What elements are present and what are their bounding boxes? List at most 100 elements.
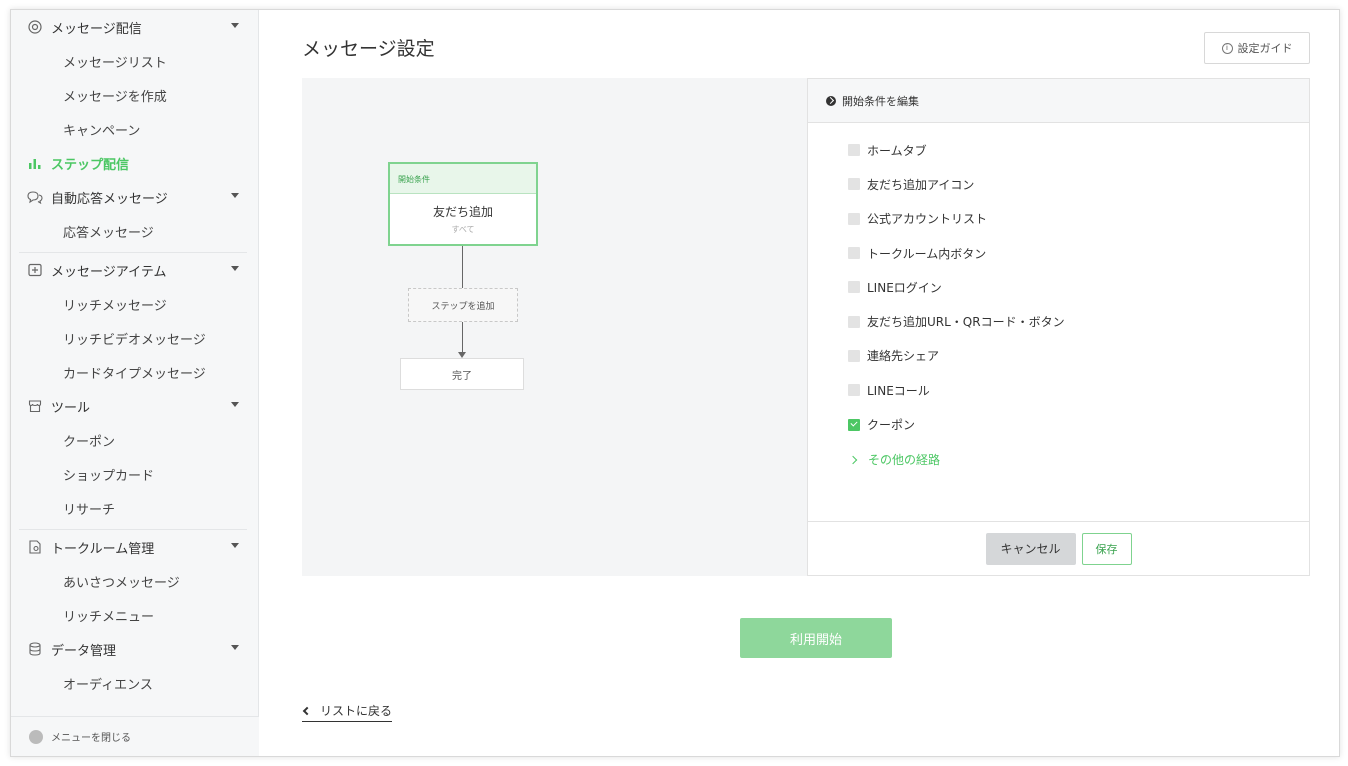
sidebar-item-label: ステップ配信 — [51, 157, 130, 173]
info-icon: i — [1221, 42, 1233, 54]
sidebar-item-message-items[interactable]: メッセージアイテム — [19, 253, 247, 287]
condition-option-label: 公式アカウントリスト — [867, 212, 988, 227]
sidebar-item-step-broadcast[interactable]: ステップ配信 — [19, 146, 247, 180]
cancel-button[interactable]: キャンセル — [985, 532, 1076, 565]
flow-canvas: 開始条件 友だち追加 すべて ステップを追加 完了 — [302, 78, 807, 576]
condition-option-label: 友だち追加アイコン — [867, 177, 975, 192]
flow-start-title: 友だち追加 — [432, 205, 493, 219]
talk-room-icon — [27, 539, 43, 555]
flow-start-header: 開始条件 — [390, 164, 536, 194]
main-content: メッセージ設定 i 設定ガイド 開始条件 友だち追加 すべて ステップを追加 完… — [260, 10, 1339, 756]
flow-connector — [462, 246, 463, 288]
other-routes-label: その他の経路 — [868, 453, 941, 468]
condition-option-label: LINEログイン — [867, 280, 942, 295]
collapse-icon — [29, 729, 43, 744]
chevron-down-icon[interactable] — [231, 543, 239, 548]
sidebar-item-audience[interactable]: オーディエンス — [19, 666, 247, 700]
sidebar-item-talk-room[interactable]: トークルーム管理 — [19, 530, 247, 564]
condition-option[interactable]: LINEコール — [848, 373, 1309, 407]
chevron-down-icon[interactable] — [231, 402, 239, 407]
condition-option[interactable]: ホームタブ — [848, 133, 1309, 167]
condition-option-label: 友だち追加URL・QRコード・ボタン — [867, 315, 1065, 330]
nav-group-message-items: メッセージアイテム リッチメッセージ リッチビデオメッセージ カードタイプメッセ… — [19, 253, 247, 530]
condition-option-label: LINEコール — [867, 383, 930, 398]
condition-option[interactable]: LINEログイン — [848, 270, 1309, 304]
sidebar-item-auto-reply[interactable]: 自動応答メッセージ — [19, 180, 247, 214]
checkbox[interactable] — [848, 144, 860, 157]
add-step-button[interactable]: ステップを追加 — [408, 288, 518, 322]
close-menu-label: メニューを閉じる — [51, 733, 131, 744]
chevron-right-icon — [848, 455, 858, 464]
checkbox[interactable] — [848, 178, 860, 191]
chevron-down-icon[interactable] — [231, 193, 239, 198]
sidebar-item-label: ツール — [51, 400, 91, 416]
chevron-left-icon — [302, 706, 312, 715]
broadcast-icon — [27, 19, 43, 35]
checkbox[interactable] — [848, 315, 860, 328]
sidebar-item-label: メッセージアイテム — [51, 264, 167, 280]
panel-footer: キャンセル 保存 — [808, 521, 1309, 575]
sidebar-item-rich-video-message[interactable]: リッチビデオメッセージ — [19, 321, 247, 355]
bar-chart-icon — [27, 155, 43, 171]
checkbox[interactable] — [848, 349, 860, 362]
message-item-icon — [27, 262, 43, 278]
sidebar-item-tools[interactable]: ツール — [19, 389, 247, 423]
flow-end-node: 完了 — [400, 358, 524, 390]
condition-option[interactable]: 友だち追加アイコン — [848, 167, 1309, 201]
condition-options: ホームタブ友だち追加アイコン 公式アカウントリスト トークルーム内ボタン LINEログ… — [808, 123, 1309, 478]
sidebar-item-message-list[interactable]: メッセージリスト — [19, 44, 247, 78]
sidebar-item-label: 自動応答メッセージ — [51, 191, 168, 207]
condition-option[interactable]: 連絡先シェア — [848, 339, 1309, 373]
sidebar-item-label: トークルーム管理 — [51, 541, 155, 557]
chevron-down-icon[interactable] — [231, 23, 239, 28]
sidebar-item-reply-message[interactable]: 応答メッセージ — [19, 214, 247, 248]
sidebar-item-shop-card[interactable]: ショップカード — [19, 457, 247, 491]
condition-option-label: トークルーム内ボタン — [867, 246, 987, 261]
panel-title: 開始条件を編集 — [842, 94, 919, 108]
back-to-list-link[interactable]: リストに戻る — [302, 702, 393, 722]
sidebar-item-research[interactable]: リサーチ — [19, 491, 247, 525]
sidebar-item-greeting-message[interactable]: あいさつメッセージ — [19, 564, 247, 598]
checkbox[interactable] — [848, 212, 860, 225]
sidebar-item-card-type-message[interactable]: カードタイプメッセージ — [19, 355, 247, 389]
condition-option-label: クーポン — [867, 418, 916, 433]
start-using-button[interactable]: 利用開始 — [740, 618, 892, 658]
check-circle-icon — [826, 95, 836, 106]
chevron-down-icon[interactable] — [231, 266, 239, 271]
sidebar-item-coupon[interactable]: クーポン — [19, 423, 247, 457]
chevron-down-icon[interactable] — [231, 645, 239, 650]
checkbox[interactable] — [848, 281, 860, 294]
condition-option[interactable]: トークルーム内ボタン — [848, 236, 1309, 270]
checkbox[interactable] — [848, 418, 860, 431]
condition-option[interactable]: クーポン — [848, 407, 1309, 441]
condition-option[interactable]: 公式アカウントリスト — [848, 202, 1309, 236]
checkbox[interactable] — [848, 384, 860, 397]
nav-group-talk-room: トークルーム管理 あいさつメッセージ リッチメニュー データ管理 オーディエンス — [19, 530, 247, 704]
condition-option[interactable]: 友だち追加URL・QRコード・ボタン — [848, 304, 1309, 338]
sidebar-item-message-broadcast[interactable]: メッセージ配信 — [19, 10, 247, 44]
sidebar-item-rich-menu[interactable]: リッチメニュー — [19, 598, 247, 632]
condition-option-label: 連絡先シェア — [867, 349, 940, 364]
flow-start-subtitle: すべて — [451, 225, 475, 234]
save-button[interactable]: 保存 — [1081, 532, 1132, 565]
sidebar-item-campaign[interactable]: キャンペーン — [19, 112, 247, 146]
sidebar-item-create-message[interactable]: メッセージを作成 — [19, 78, 247, 112]
store-icon — [27, 398, 43, 414]
flow-start-node[interactable]: 開始条件 友だち追加 すべて — [388, 162, 538, 246]
nav-group-broadcast: メッセージ配信 メッセージリスト メッセージを作成 キャンペーン ステップ配信 — [19, 10, 247, 253]
sidebar-item-data-management[interactable]: データ管理 — [19, 632, 247, 666]
sidebar-nav: メッセージ配信 メッセージリスト メッセージを作成 キャンペーン ステップ配信 — [11, 10, 259, 716]
start-condition-panel: 開始条件を編集 ホームタブ友だち追加アイコン 公式アカウントリスト トークルーム内ボ… — [807, 78, 1310, 576]
step-editor: 開始条件 友だち追加 すべて ステップを追加 完了 開始条件を編集 ホームタブ友… — [302, 78, 1310, 576]
page-title: メッセージ設定 — [302, 38, 435, 60]
panel-header: 開始条件を編集 — [808, 79, 1309, 123]
app-window: メッセージ配信 メッセージリスト メッセージを作成 キャンペーン ステップ配信 — [10, 9, 1340, 757]
flow-connector — [462, 322, 463, 354]
sidebar: メッセージ配信 メッセージリスト メッセージを作成 キャンペーン ステップ配信 — [11, 10, 259, 756]
back-to-list-label: リストに戻る — [320, 704, 393, 718]
sidebar-item-rich-message[interactable]: リッチメッセージ — [19, 287, 247, 321]
other-routes-toggle[interactable]: その他の経路 — [848, 442, 1309, 478]
close-menu-button[interactable]: メニューを閉じる — [11, 716, 259, 756]
setup-guide-button[interactable]: i 設定ガイド — [1204, 32, 1310, 64]
checkbox[interactable] — [848, 247, 860, 260]
